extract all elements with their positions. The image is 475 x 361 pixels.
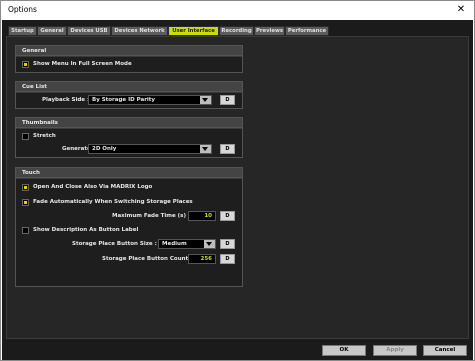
- group-cue-list-title: Cue List: [16, 82, 242, 92]
- open-close-logo-label: Open And Close Also Via MADRIX Logo: [33, 184, 153, 190]
- show-description-label: Show Description As Button Label: [33, 227, 139, 233]
- group-touch: Touch Open And Close Also Via MADRIX Log…: [15, 167, 243, 287]
- cancel-button[interactable]: Cancel: [423, 345, 467, 356]
- generate-default-button[interactable]: D: [220, 144, 235, 154]
- group-general-title: General: [16, 46, 242, 56]
- button-size-value: Medium: [162, 241, 187, 247]
- button-size-default-button[interactable]: D: [220, 239, 235, 249]
- playback-side-value: By Storage ID Parity: [92, 97, 156, 103]
- tab-devices-network[interactable]: Devices Network: [111, 26, 168, 36]
- chevron-down-icon: [200, 96, 211, 104]
- show-menu-fullscreen-checkbox[interactable]: [22, 61, 29, 68]
- chevron-down-icon: [200, 145, 211, 153]
- group-thumbnails-title: Thumbnails: [16, 118, 242, 128]
- button-count-label: Storage Place Button Count :: [102, 256, 193, 262]
- options-window: Options ✕ Startup General Devices USB De…: [0, 0, 475, 361]
- show-menu-fullscreen-label: Show Menu In Full Screen Mode: [33, 61, 132, 67]
- group-general: General Show Menu In Full Screen Mode: [15, 45, 243, 73]
- tab-user-interface[interactable]: User Interface: [168, 26, 219, 36]
- chevron-down-icon: [204, 240, 215, 248]
- title-bar: Options ✕: [1, 1, 474, 20]
- fade-auto-label: Fade Automatically When Switching Storag…: [33, 199, 193, 205]
- ok-button[interactable]: OK: [322, 345, 366, 356]
- max-fade-time-input[interactable]: 10: [188, 211, 216, 221]
- button-size-label: Storage Place Button Size :: [72, 241, 157, 247]
- playback-side-label: Playback Side :: [42, 97, 90, 103]
- tab-recording[interactable]: Recording: [219, 26, 254, 36]
- group-touch-title: Touch: [16, 168, 242, 178]
- max-fade-time-default-button[interactable]: D: [220, 211, 235, 221]
- close-icon[interactable]: ✕: [454, 2, 468, 18]
- group-cue-list: Cue List Playback Side : By Storage ID P…: [15, 81, 243, 109]
- fade-auto-checkbox[interactable]: [22, 199, 29, 206]
- generate-select[interactable]: 2D Only: [88, 144, 212, 154]
- playback-side-select[interactable]: By Storage ID Parity: [88, 95, 212, 105]
- tab-devices-usb[interactable]: Devices USB: [67, 26, 111, 36]
- button-size-select[interactable]: Medium: [158, 239, 216, 249]
- playback-side-default-button[interactable]: D: [220, 95, 235, 105]
- max-fade-time-label: Maximum Fade Time (s) :: [112, 213, 191, 219]
- stretch-label: Stretch: [33, 133, 56, 139]
- group-thumbnails: Thumbnails Stretch Generate : 2D Only D: [15, 117, 243, 158]
- apply-button[interactable]: Apply: [373, 345, 417, 356]
- button-count-default-button[interactable]: D: [220, 254, 235, 264]
- tab-startup[interactable]: Startup: [8, 26, 37, 36]
- show-description-checkbox[interactable]: [22, 227, 29, 234]
- tab-performance[interactable]: Performance: [285, 26, 329, 36]
- window-title: Options: [8, 5, 37, 14]
- stretch-checkbox[interactable]: [22, 133, 29, 140]
- generate-value: 2D Only: [92, 146, 117, 152]
- tab-content-panel: General Show Menu In Full Screen Mode Cu…: [6, 36, 469, 339]
- dialog-client: Startup General Devices USB Devices Netw…: [2, 20, 473, 360]
- tab-previews[interactable]: Previews: [254, 26, 285, 36]
- tab-general[interactable]: General: [37, 26, 67, 36]
- open-close-logo-checkbox[interactable]: [22, 184, 29, 191]
- button-count-input[interactable]: 256: [188, 254, 216, 264]
